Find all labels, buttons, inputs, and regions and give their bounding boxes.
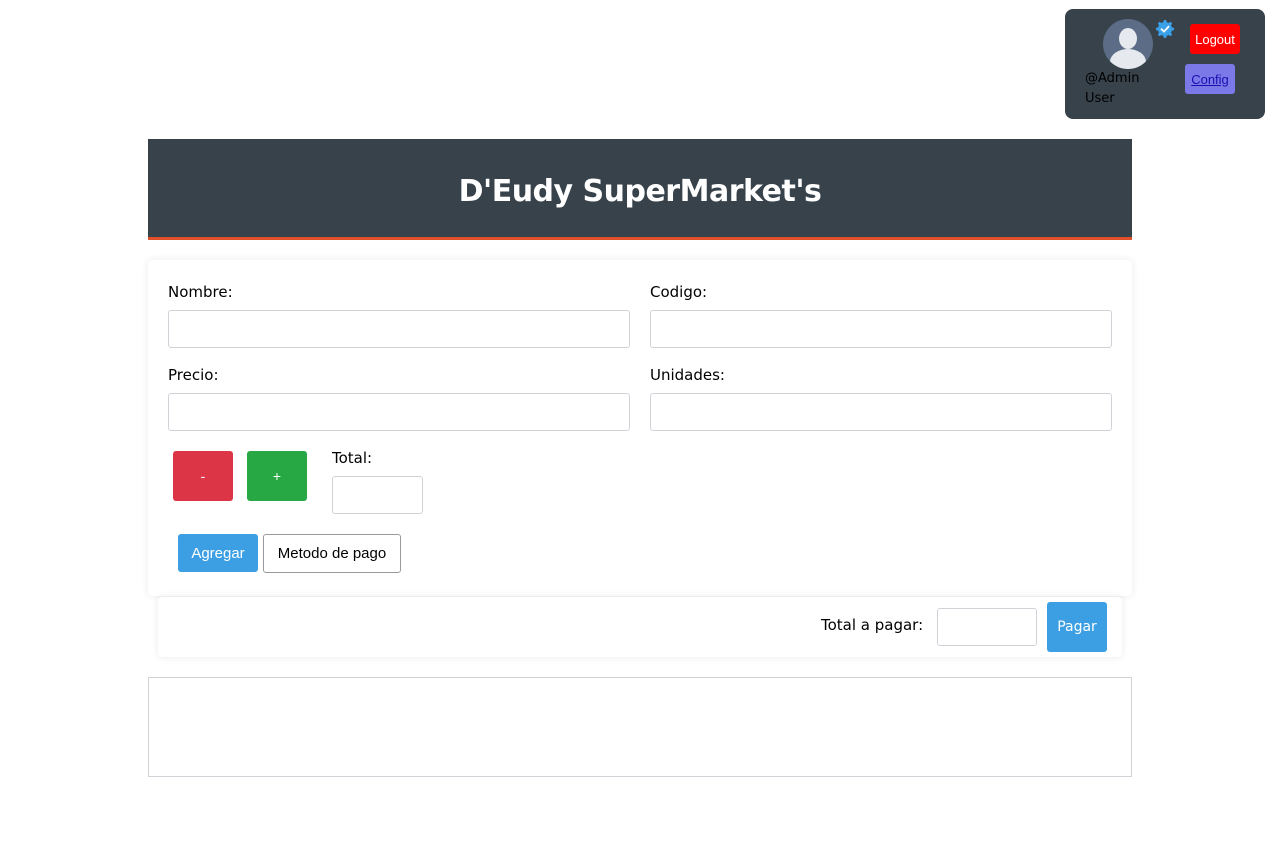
unidades-label: Unidades:: [650, 366, 725, 384]
metodo-de-pago-button[interactable]: Metodo de pago: [263, 534, 401, 573]
header-banner: D'Eudy SuperMarket's: [148, 139, 1132, 240]
user-name: @Admin User: [1085, 71, 1140, 106]
logout-button[interactable]: Logout: [1190, 24, 1240, 54]
user-avatar-icon: [1103, 19, 1153, 69]
precio-input[interactable]: [168, 393, 630, 431]
codigo-label: Codigo:: [650, 283, 708, 301]
total-a-pagar-input[interactable]: [937, 608, 1037, 646]
agregar-button[interactable]: Agregar: [178, 534, 258, 572]
precio-label: Precio:: [168, 366, 219, 384]
pay-bar: Total a pagar: Pagar: [158, 597, 1122, 657]
config-button[interactable]: Config: [1185, 64, 1235, 94]
decrement-button[interactable]: -: [173, 451, 233, 501]
verified-gear-icon: [1156, 20, 1174, 38]
page-title: D'Eudy SuperMarket's: [458, 174, 822, 209]
codigo-input[interactable]: [650, 310, 1112, 348]
total-label: Total:: [332, 449, 373, 467]
nombre-input[interactable]: [168, 310, 630, 348]
total-a-pagar-label: Total a pagar:: [821, 616, 924, 634]
increment-button[interactable]: +: [247, 451, 307, 501]
product-form: Nombre: Codigo: Precio: Unidades: - + To…: [148, 260, 1132, 596]
user-panel: @Admin User Logout Config: [1065, 9, 1265, 119]
total-input[interactable]: [332, 476, 423, 514]
pagar-button[interactable]: Pagar: [1047, 602, 1107, 652]
nombre-label: Nombre:: [168, 283, 233, 301]
unidades-input[interactable]: [650, 393, 1112, 431]
product-list: [148, 677, 1132, 777]
